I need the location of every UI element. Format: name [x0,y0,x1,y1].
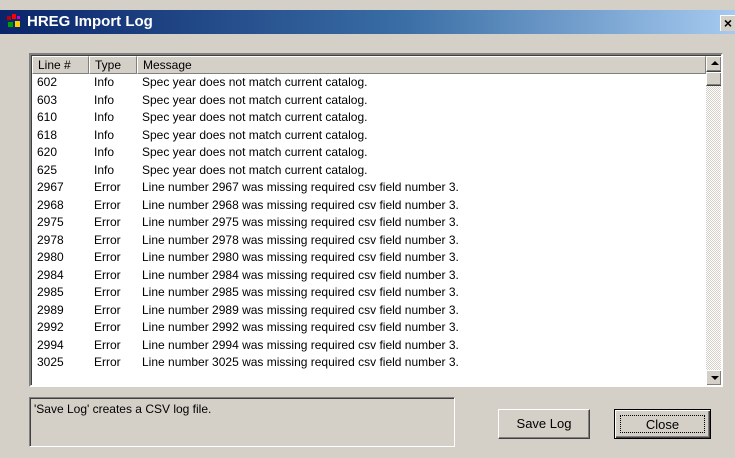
cell-message: Line number 2994 was missing required cs… [142,337,459,352]
table-row[interactable]: 3025 Error Line number 3025 was missing re… [32,354,706,372]
cell-message: Spec year does not match current catalog… [142,110,368,124]
table-row[interactable]: 625 Info Spec year does not match current … [32,162,706,180]
cell-line-number: 2968 [37,197,64,212]
table-row[interactable]: 2980 Error Line number 2980 was missing re… [32,249,706,267]
table-row[interactable]: 2994 Error Line number 2994 was missing re… [32,337,706,355]
table-row[interactable]: 2968 Error Line number 2968 was missing re… [32,197,706,215]
cell-line-number: 602 [37,75,58,89]
cell-message: Line number 2992 was missing required cs… [142,320,459,334]
column-header-type[interactable]: Type [89,56,137,74]
cell-message: Line number 2968 was missing required cs… [142,197,459,212]
cell-line-number: 2975 [37,215,64,229]
table-row[interactable]: 2975 Error Line number 2975 was missing re… [32,214,706,232]
cell-line-number: 3025 [37,355,64,369]
cell-message: Spec year does not match current catalog… [142,162,368,177]
cell-type: Info [94,162,115,177]
table-row[interactable]: 603 Info Spec year does not match current … [32,92,706,110]
window-title: HREG Import Log [27,13,153,30]
cell-message: Line number 2984 was missing required cs… [142,267,459,282]
cell-type: Info [94,92,115,107]
table-row[interactable]: 2984 Error Line number 2984 was missing re… [32,267,706,285]
cell-type: Error [94,215,121,229]
cell-line-number: 2985 [37,285,64,299]
list-rows: 602 Info Spec year does not match current … [32,74,706,385]
column-header-line[interactable]: Line # [32,56,89,74]
close-button-label: Close [620,415,705,433]
cell-message: Spec year does not match current catalog… [142,75,368,89]
cell-type: Info [94,127,115,142]
table-row[interactable]: 2978 Error Line number 2978 was missing re… [32,232,706,250]
chevron-up-icon [711,61,719,65]
cell-type: Error [94,337,121,352]
cell-type: Error [94,285,121,299]
cell-line-number: 610 [37,110,58,124]
cell-line-number: 2967 [37,180,64,194]
cell-line-number: 603 [37,92,58,107]
table-row[interactable]: 2967 Error Line number 2967 was missing re… [32,179,706,197]
vertical-scrollbar[interactable] [706,56,721,385]
cell-type: Error [94,355,121,369]
list-header: Line # Type Message [32,56,706,74]
cell-message: Line number 2967 was missing required cs… [142,180,459,194]
table-row[interactable]: 620 Info Spec year does not match current … [32,144,706,162]
table-row[interactable]: 618 Info Spec year does not match current … [32,127,706,145]
cell-message: Spec year does not match current catalog… [142,127,368,142]
import-log-window: HREG Import Log × Line # Type Message 60… [0,0,735,458]
cell-line-number: 618 [37,127,58,142]
cell-message: Line number 2978 was missing required cs… [142,232,459,247]
cell-type: Error [94,180,121,194]
cell-type: Error [94,197,121,212]
cell-line-number: 620 [37,145,58,159]
close-icon[interactable]: × [720,15,735,31]
cell-line-number: 2992 [37,320,64,334]
save-log-button[interactable]: Save Log [498,409,590,439]
title-bar[interactable]: HREG Import Log × [0,10,735,34]
table-row[interactable]: 610 Info Spec year does not match current … [32,109,706,127]
cell-message: Line number 3025 was missing required cs… [142,355,459,369]
cell-line-number: 2989 [37,302,64,317]
table-row[interactable]: 2992 Error Line number 2992 was missing re… [32,319,706,337]
chevron-down-icon [711,376,719,380]
cell-line-number: 2980 [37,250,64,264]
scroll-thumb[interactable] [706,72,721,86]
cell-message: Spec year does not match current catalog… [142,92,368,107]
cell-line-number: 2978 [37,232,64,247]
cell-message: Line number 2980 was missing required cs… [142,250,459,264]
app-icon [7,14,20,27]
cell-message: Spec year does not match current catalog… [142,145,368,159]
cell-line-number: 2984 [37,267,64,282]
table-row[interactable]: 2989 Error Line number 2989 was missing re… [32,302,706,320]
cell-type: Error [94,267,121,282]
cell-type: Error [94,320,121,334]
cell-type: Info [94,110,115,124]
cell-type: Info [94,145,115,159]
cell-line-number: 2994 [37,337,64,352]
cell-type: Error [94,302,121,317]
log-list[interactable]: Line # Type Message 602 Info Spec year doe… [29,53,723,387]
scroll-down-button[interactable] [706,370,721,385]
cell-message: Line number 2989 was missing required cs… [142,302,459,317]
cell-type: Error [94,250,121,264]
close-button[interactable]: Close [614,409,711,439]
cell-message: Line number 2975 was missing required cs… [142,215,459,229]
cell-type: Error [94,232,121,247]
status-box: 'Save Log' creates a CSV log file. [29,397,455,447]
cell-type: Info [94,75,115,89]
table-row[interactable]: 2985 Error Line number 2985 was missing re… [32,284,706,302]
cell-line-number: 625 [37,162,58,177]
table-row[interactable]: 602 Info Spec year does not match current … [32,74,706,92]
column-header-message[interactable]: Message [137,56,706,74]
scroll-up-button[interactable] [706,56,721,72]
status-text: 'Save Log' creates a CSV log file. [34,402,212,416]
cell-message: Line number 2985 was missing required cs… [142,285,459,299]
